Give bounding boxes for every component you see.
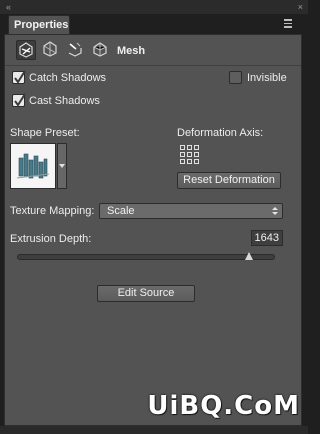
panel-top-bar: « × xyxy=(0,0,308,14)
extrusion-depth-input[interactable]: 1643 xyxy=(251,230,283,246)
invisible-checkbox[interactable] xyxy=(229,71,242,84)
texture-mapping-label: Texture Mapping: xyxy=(10,205,95,217)
watermark-text: UiBQ.CoM xyxy=(147,391,300,421)
shape-preset-thumbnail[interactable] xyxy=(10,143,56,189)
mode-icon-row: Mesh xyxy=(5,35,301,66)
shape-preset-label: Shape Preset: xyxy=(10,127,80,139)
panel-tab-row: Properties xyxy=(4,14,304,34)
panel-menu-icon[interactable] xyxy=(284,19,296,29)
select-arrows-icon xyxy=(272,207,278,216)
cap-icon[interactable] xyxy=(66,40,86,60)
reset-deformation-button[interactable]: Reset Deformation xyxy=(177,172,281,189)
extrusion-depth-label: Extrusion Depth: xyxy=(10,233,92,245)
deformation-axis-grid[interactable] xyxy=(180,145,200,165)
properties-panel: Mesh Catch Shadows Invisible Cast Shadow… xyxy=(4,34,302,426)
mode-label: Mesh xyxy=(117,45,146,57)
texture-mapping-value: Scale xyxy=(107,205,135,217)
collapse-icon[interactable]: « xyxy=(6,2,11,12)
extrusion-depth-slider-handle[interactable] xyxy=(245,252,254,261)
catch-shadows-label: Catch Shadows xyxy=(29,72,107,84)
panel-bottom-bar xyxy=(0,426,308,434)
edit-source-button[interactable]: Edit Source xyxy=(97,285,195,302)
extrusion-depth-slider[interactable] xyxy=(17,254,275,260)
deform-icon[interactable] xyxy=(41,40,61,60)
catch-shadows-checkbox[interactable] xyxy=(12,70,26,84)
cast-shadows-checkbox[interactable] xyxy=(12,93,26,107)
texture-mapping-select[interactable]: Scale xyxy=(99,203,283,219)
close-icon[interactable]: × xyxy=(298,2,303,12)
shape-preset-dropdown-button[interactable] xyxy=(57,143,67,189)
cast-shadows-label: Cast Shadows xyxy=(29,95,100,107)
deformation-axis-label: Deformation Axis: xyxy=(177,127,264,139)
mesh-icon[interactable] xyxy=(16,40,36,60)
tab-properties[interactable]: Properties xyxy=(8,15,70,34)
invisible-label: Invisible xyxy=(247,72,287,84)
coordinates-icon[interactable] xyxy=(91,40,111,60)
